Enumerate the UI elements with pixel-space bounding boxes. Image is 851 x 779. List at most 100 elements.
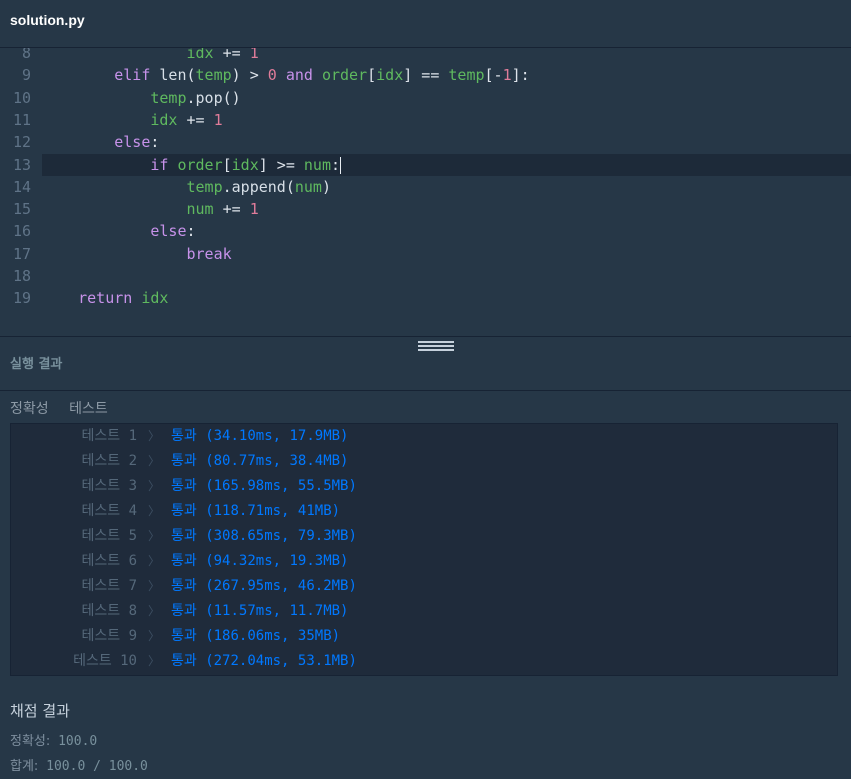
code-line[interactable]: 12 else: xyxy=(0,131,851,153)
code-token: () xyxy=(222,88,241,107)
code-line[interactable]: 9 elif len(temp) > 0 and order[idx] == t… xyxy=(0,64,851,86)
code-line[interactable]: 13 if order[idx] >= num: xyxy=(13,153,851,176)
code-token: ) xyxy=(321,177,331,196)
code-line[interactable]: 18 xyxy=(0,265,851,287)
test-result: 통과 (165.98ms, 55.5MB) xyxy=(171,478,357,494)
test-result: 통과 (80.77ms, 38.4MB) xyxy=(171,453,349,469)
test-name: 테스트 4 xyxy=(81,503,138,519)
code-line[interactable]: 19 return idx xyxy=(0,287,851,309)
line-number: 10 xyxy=(12,88,31,107)
code-token: += xyxy=(213,48,250,62)
scoring-total: 합계: 100.0 / 100.0 xyxy=(10,755,148,774)
code-token: 1 xyxy=(502,66,512,85)
code-token: len xyxy=(159,66,187,85)
result-panel-header: 실행 결과 xyxy=(0,337,851,391)
code-text: num += 1 xyxy=(42,198,259,220)
test-name: 테스트 10 xyxy=(73,653,137,669)
chevron-right-icon: 〉 xyxy=(148,429,161,443)
code-token: [ xyxy=(367,66,377,85)
test-result-row: 테스트 3 〉 통과 (165.98ms, 55.5MB) xyxy=(11,474,837,499)
code-token: break xyxy=(186,244,232,263)
code-text: break xyxy=(42,243,232,265)
resize-handle-icon[interactable] xyxy=(418,341,454,351)
code-token: pop xyxy=(195,88,223,107)
test-name: 테스트 8 xyxy=(81,603,138,619)
code-editor[interactable]: 8 idx += 19 elif len(temp) > 0 and order… xyxy=(0,48,851,337)
code-line[interactable]: 16 else: xyxy=(0,220,851,242)
test-name: 테스트 3 xyxy=(81,478,138,494)
code-text: temp.append(num) xyxy=(42,176,332,198)
code-token: temp xyxy=(195,66,232,85)
test-name: 테스트 2 xyxy=(81,453,138,469)
code-token: idx xyxy=(150,110,178,129)
test-result: 통과 (11.57ms, 11.7MB) xyxy=(171,603,349,619)
code-token: [- xyxy=(484,66,503,85)
code-line[interactable]: 17 break xyxy=(0,243,851,265)
code-line[interactable]: 14 temp.append(num) xyxy=(0,176,851,198)
code-text: else: xyxy=(42,220,195,242)
test-name: 테스트 5 xyxy=(81,528,138,544)
chevron-right-icon: 〉 xyxy=(148,629,161,643)
test-result-row: 테스트 5 〉 통과 (308.65ms, 79.3MB) xyxy=(11,524,837,549)
code-line[interactable]: 8 idx += 1 xyxy=(0,48,851,64)
code-token: temp xyxy=(448,66,485,85)
chevron-right-icon: 〉 xyxy=(148,454,161,468)
code-token: ( xyxy=(285,177,295,196)
test-result-row: 테스트 9 〉 통과 (186.06ms, 35MB) xyxy=(11,624,837,649)
test-result: 통과 (34.10ms, 17.9MB) xyxy=(171,428,349,444)
chevron-right-icon: 〉 xyxy=(148,604,161,618)
test-result-row: 테스트 10 〉 통과 (272.04ms, 53.1MB) xyxy=(11,649,837,674)
code-token: += xyxy=(177,110,214,129)
code-token: [ xyxy=(222,155,232,174)
test-name: 테스트 9 xyxy=(81,628,138,644)
test-result-row: 테스트 1 〉 통과 (34.10ms, 17.9MB) xyxy=(11,424,837,449)
code-text: elif len(temp) > 0 and order[idx] == tem… xyxy=(42,64,530,86)
code-token: elif xyxy=(114,66,151,85)
test-result-row: 테스트 6 〉 통과 (94.32ms, 19.3MB) xyxy=(11,549,837,574)
total-value: 100.0 / 100.0 xyxy=(46,759,148,774)
correctness-value: 100.0 xyxy=(58,734,98,749)
line-number: 9 xyxy=(21,66,31,85)
code-token: else xyxy=(150,222,187,241)
code-line[interactable]: 10 temp.pop() xyxy=(0,87,851,109)
file-tab[interactable]: solution.py xyxy=(10,12,85,28)
chevron-right-icon: 〉 xyxy=(148,479,161,493)
test-result: 통과 (272.04ms, 53.1MB) xyxy=(171,653,357,669)
line-number: 15 xyxy=(12,200,31,219)
code-token: idx xyxy=(376,66,404,85)
code-token: num xyxy=(294,177,322,196)
code-token: : xyxy=(150,133,160,152)
test-result: 통과 (186.06ms, 35MB) xyxy=(171,628,341,644)
test-result-row: 테스트 2 〉 통과 (80.77ms, 38.4MB) xyxy=(11,449,837,474)
chevron-right-icon: 〉 xyxy=(148,579,161,593)
code-text: temp.pop() xyxy=(42,87,241,109)
code-token: ]: xyxy=(511,66,530,85)
text-cursor xyxy=(340,156,342,174)
code-line[interactable]: 11 idx += 1 xyxy=(0,109,851,131)
line-number: 8 xyxy=(21,48,31,62)
tab-correctness[interactable]: 정확성 xyxy=(10,401,49,417)
test-results-list: 테스트 1 〉 통과 (34.10ms, 17.9MB) 테스트 2 〉 통과 (80.7… xyxy=(10,423,838,676)
code-token: : xyxy=(331,155,341,174)
code-token: return xyxy=(78,289,133,308)
code-token: if xyxy=(150,155,169,174)
tab-test[interactable]: 테스트 xyxy=(69,401,108,417)
code-token: 1 xyxy=(249,200,259,219)
code-line[interactable]: 15 num += 1 xyxy=(0,198,851,220)
code-text: idx += 1 xyxy=(42,109,222,131)
test-result-row: 테스트 4 〉 통과 (118.71ms, 41MB) xyxy=(11,499,837,524)
line-number: 14 xyxy=(12,177,31,196)
code-token: 1 xyxy=(249,48,259,62)
chevron-right-icon: 〉 xyxy=(148,504,161,518)
